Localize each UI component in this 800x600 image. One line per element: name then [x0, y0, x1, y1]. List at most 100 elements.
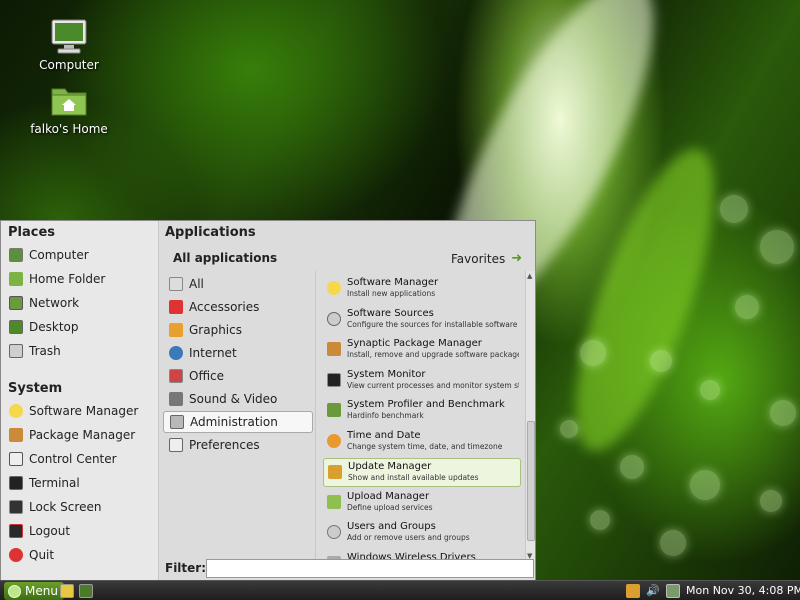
- computer-icon: [9, 248, 23, 262]
- app-name: Update Manager: [348, 461, 432, 472]
- app-name: Upload Manager: [347, 491, 430, 502]
- administration-icon: [170, 415, 184, 429]
- update-notifier-icon[interactable]: [626, 584, 640, 598]
- arrow-right-icon: ➜: [511, 251, 523, 266]
- app-description: Add or remove users and groups: [347, 533, 470, 542]
- places-item-label: Computer: [29, 248, 89, 262]
- text-editor-launcher-icon[interactable]: [60, 584, 74, 598]
- logout-icon: [9, 524, 23, 538]
- app-software-sources[interactable]: Software Sources Configure the sources f…: [323, 306, 521, 335]
- category-accessories[interactable]: Accessories: [163, 296, 313, 318]
- network-icon: [9, 296, 23, 310]
- places-title: Places: [8, 225, 56, 240]
- category-internet[interactable]: Internet: [163, 342, 313, 364]
- power-icon: [9, 548, 23, 562]
- app-description: Define upload services: [347, 503, 433, 512]
- wallpaper-bokeh: [580, 340, 606, 366]
- wallpaper-bokeh: [590, 510, 610, 530]
- app-users-and-groups[interactable]: Users and Groups Add or remove users and…: [323, 519, 521, 548]
- upload-manager-icon: [327, 495, 341, 509]
- category-sound-video[interactable]: Sound & Video: [163, 388, 313, 410]
- home-folder-icon: [49, 80, 89, 120]
- system-item-terminal[interactable]: Terminal: [9, 472, 154, 494]
- wallpaper-bokeh: [760, 230, 794, 264]
- scrollbar-thumb[interactable]: [527, 421, 535, 541]
- taskbar-clock[interactable]: Mon Nov 30, 4:08 PM: [686, 584, 800, 597]
- system-item-package-manager[interactable]: Package Manager: [9, 424, 154, 446]
- volume-icon[interactable]: 🔊: [646, 584, 660, 598]
- control-center-icon: [9, 452, 23, 466]
- category-label: Office: [189, 369, 225, 383]
- filter-label: Filter:: [165, 561, 207, 575]
- places-item-network[interactable]: Network: [9, 292, 154, 314]
- users-groups-icon: [327, 525, 341, 539]
- system-item-software-manager[interactable]: Software Manager: [9, 400, 154, 422]
- app-upload-manager[interactable]: Upload Manager Define upload services: [323, 489, 521, 518]
- all-applications-heading: All applications: [173, 251, 278, 265]
- favorites-button[interactable]: Favorites ➜: [451, 251, 522, 266]
- wallpaper-bokeh: [650, 350, 672, 372]
- system-item-control-center[interactable]: Control Center: [9, 448, 154, 470]
- taskbar: Menu 🔊 Mon Nov 30, 4:08 PM: [0, 580, 800, 600]
- system-item-quit[interactable]: Quit: [9, 544, 154, 566]
- desktop-icon-home[interactable]: falko's Home: [24, 80, 114, 136]
- app-description: Change system time, date, and timezone: [347, 442, 503, 451]
- category-label: Accessories: [189, 300, 260, 314]
- system-item-logout[interactable]: Logout: [9, 520, 154, 542]
- desktop-icon-computer[interactable]: Computer: [24, 16, 114, 72]
- network-status-icon[interactable]: [666, 584, 680, 598]
- places-item-desktop[interactable]: Desktop: [9, 316, 154, 338]
- system-item-label: Software Manager: [29, 404, 139, 418]
- wallpaper-bokeh: [620, 455, 644, 479]
- app-synaptic-package-manager[interactable]: Synaptic Package Manager Install, remove…: [323, 336, 521, 365]
- terminal-launcher-icon[interactable]: [79, 584, 93, 598]
- system-item-label: Terminal: [29, 476, 80, 490]
- home-folder-icon: [9, 272, 23, 286]
- update-manager-icon: [328, 465, 342, 479]
- terminal-icon: [9, 476, 23, 490]
- places-item-home-folder[interactable]: Home Folder: [9, 268, 154, 290]
- category-administration[interactable]: Administration: [163, 411, 313, 433]
- app-name: Time and Date: [347, 430, 421, 441]
- app-system-profiler[interactable]: System Profiler and Benchmark Hardinfo b…: [323, 397, 521, 426]
- category-label: All: [189, 277, 204, 291]
- sound-video-icon: [169, 392, 183, 406]
- category-graphics[interactable]: Graphics: [163, 319, 313, 341]
- system-title: System: [8, 381, 63, 396]
- places-item-label: Home Folder: [29, 272, 106, 286]
- app-description: Hardinfo benchmark: [347, 411, 424, 420]
- computer-icon: [49, 16, 89, 56]
- wallpaper-bokeh: [660, 530, 686, 556]
- menu-button-label: Menu: [25, 584, 58, 598]
- app-system-monitor[interactable]: System Monitor View current processes an…: [323, 367, 521, 396]
- system-item-label: Lock Screen: [29, 500, 102, 514]
- system-monitor-icon: [327, 373, 341, 387]
- places-item-computer[interactable]: Computer: [9, 244, 154, 266]
- category-preferences[interactable]: Preferences: [163, 434, 313, 456]
- accessories-icon: [169, 300, 183, 314]
- app-time-and-date[interactable]: Time and Date Change system time, date, …: [323, 428, 521, 457]
- system-item-lock-screen[interactable]: Lock Screen: [9, 496, 154, 518]
- places-item-trash[interactable]: Trash: [9, 340, 154, 362]
- app-update-manager[interactable]: Update Manager Show and install availabl…: [323, 458, 521, 487]
- applications-column: Applications All applications Favorites …: [161, 221, 537, 581]
- app-description: Install, remove and upgrade software pac…: [347, 350, 519, 359]
- scroll-up-icon[interactable]: ▲: [527, 272, 532, 280]
- desktop-icon-label: falko's Home: [30, 122, 108, 136]
- wallpaper-bokeh: [735, 295, 759, 319]
- filter-input[interactable]: [206, 559, 534, 578]
- app-description: View current processes and monitor syste…: [347, 381, 519, 390]
- desktop-icon: [9, 320, 23, 334]
- places-item-label: Network: [29, 296, 80, 310]
- category-all[interactable]: All: [163, 273, 313, 295]
- category-label: Preferences: [189, 438, 260, 452]
- category-label: Sound & Video: [189, 392, 278, 406]
- app-list-scrollbar[interactable]: ▲ ▼: [525, 271, 535, 561]
- category-office[interactable]: Office: [163, 365, 313, 387]
- app-software-manager[interactable]: Software Manager Install new application…: [323, 275, 521, 304]
- app-name: Synaptic Package Manager: [347, 338, 482, 349]
- category-label: Graphics: [189, 323, 242, 337]
- wallpaper-bokeh: [720, 195, 748, 223]
- menu-button[interactable]: Menu: [4, 582, 64, 600]
- start-menu: Places Computer Home Folder Network Desk…: [0, 220, 537, 581]
